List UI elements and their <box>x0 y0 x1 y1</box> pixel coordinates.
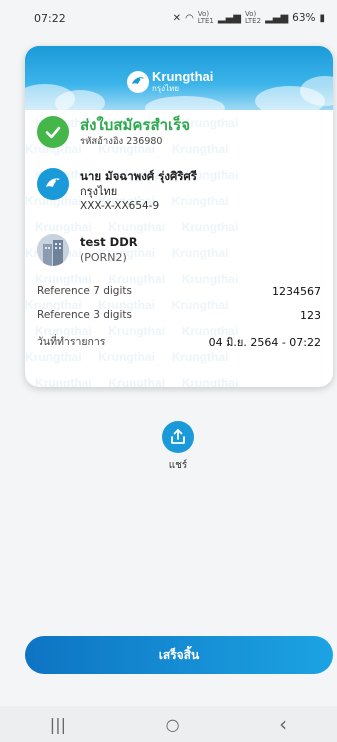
bank-name: กรุงไทย <box>80 185 118 198</box>
detail-label: Reference 3 digits <box>37 309 132 321</box>
back-button[interactable]: ‹ <box>279 712 287 736</box>
battery-percent: 63% <box>292 12 316 24</box>
detail-row: Reference 7 digits 1234567 <box>37 285 321 298</box>
sim2-indicator: Vo) LTE2 <box>244 10 262 25</box>
card-header: Krungthai กรุงไทย <box>25 46 333 120</box>
wifi-icon: ◠ <box>185 12 194 24</box>
biller-name: test DDR <box>80 235 138 249</box>
detail-row: Reference 3 digits 123 <box>37 309 321 322</box>
detail-value: 04 มิ.ย. 2564 - 07:22 <box>208 336 321 349</box>
account-number: XXX-X-XX654-9 <box>80 200 160 212</box>
signal-icon-1: ▂▄▆ <box>217 12 241 24</box>
status-time: 07:22 <box>34 11 66 25</box>
recents-button[interactable]: ||| <box>50 715 66 734</box>
krungthai-logo: Krungthai กรุงไทย <box>127 70 213 93</box>
detail-row: วันที่ทำรายการ 04 มิ.ย. 2564 - 07:22 <box>37 333 321 351</box>
system-nav-bar: ||| ○ ‹ <box>0 706 337 742</box>
home-button[interactable]: ○ <box>166 715 180 734</box>
krungthai-bank-icon <box>37 168 69 200</box>
receipt-card: Krungthai กรุงไทย Krungthai Krungthai Kr… <box>25 46 333 387</box>
mute-icon: ✕ <box>172 12 182 24</box>
share-icon <box>171 429 185 444</box>
detail-value: 123 <box>300 309 321 322</box>
share-button[interactable] <box>162 421 194 453</box>
done-button[interactable]: เสร็จสิ้น <box>25 636 333 674</box>
detail-label: Reference 7 digits <box>37 285 132 297</box>
account-holder-name: นาย มัจฉาพงศ์ รุ่งศิริศรี <box>80 169 197 183</box>
checkmark-icon <box>37 116 69 148</box>
detail-value: 1234567 <box>272 285 321 298</box>
share-label: แชร์ <box>168 460 188 471</box>
building-icon <box>37 234 69 266</box>
signal-icon-2: ▂▄▆ <box>265 12 289 24</box>
detail-label: วันที่ทำรายการ <box>37 336 106 348</box>
sim1-indicator: Vo) LTE1 <box>197 10 214 25</box>
biller-row: test DDR (PORN2) <box>37 234 138 266</box>
status-bar: 07:22 ✕ ◠ Vo) LTE1 ▂▄▆ Vo) LTE2 ▂▄▆ 63% ▮ <box>0 0 337 36</box>
biller-code: (PORN2) <box>80 251 127 264</box>
logo-name-th: กรุงไทย <box>152 84 180 93</box>
status-icons: ✕ ◠ Vo) LTE1 ▂▄▆ Vo) LTE2 ▂▄▆ 63% ▮ <box>173 11 325 25</box>
status-row: ส่งใบสมัครสำเร็จ รหัสอ้างอิง 236980 <box>37 116 190 149</box>
logo-name: Krungthai <box>152 69 214 84</box>
reference-code: รหัสอ้างอิง 236980 <box>80 136 163 147</box>
from-account-row: นาย มัจฉาพงศ์ รุ่งศิริศรี กรุงไทย XXX-X-… <box>37 168 197 214</box>
status-title: ส่งใบสมัครสำเร็จ <box>80 116 191 134</box>
krungthai-bird-icon <box>127 70 149 93</box>
battery-icon: ▮ <box>319 12 325 24</box>
